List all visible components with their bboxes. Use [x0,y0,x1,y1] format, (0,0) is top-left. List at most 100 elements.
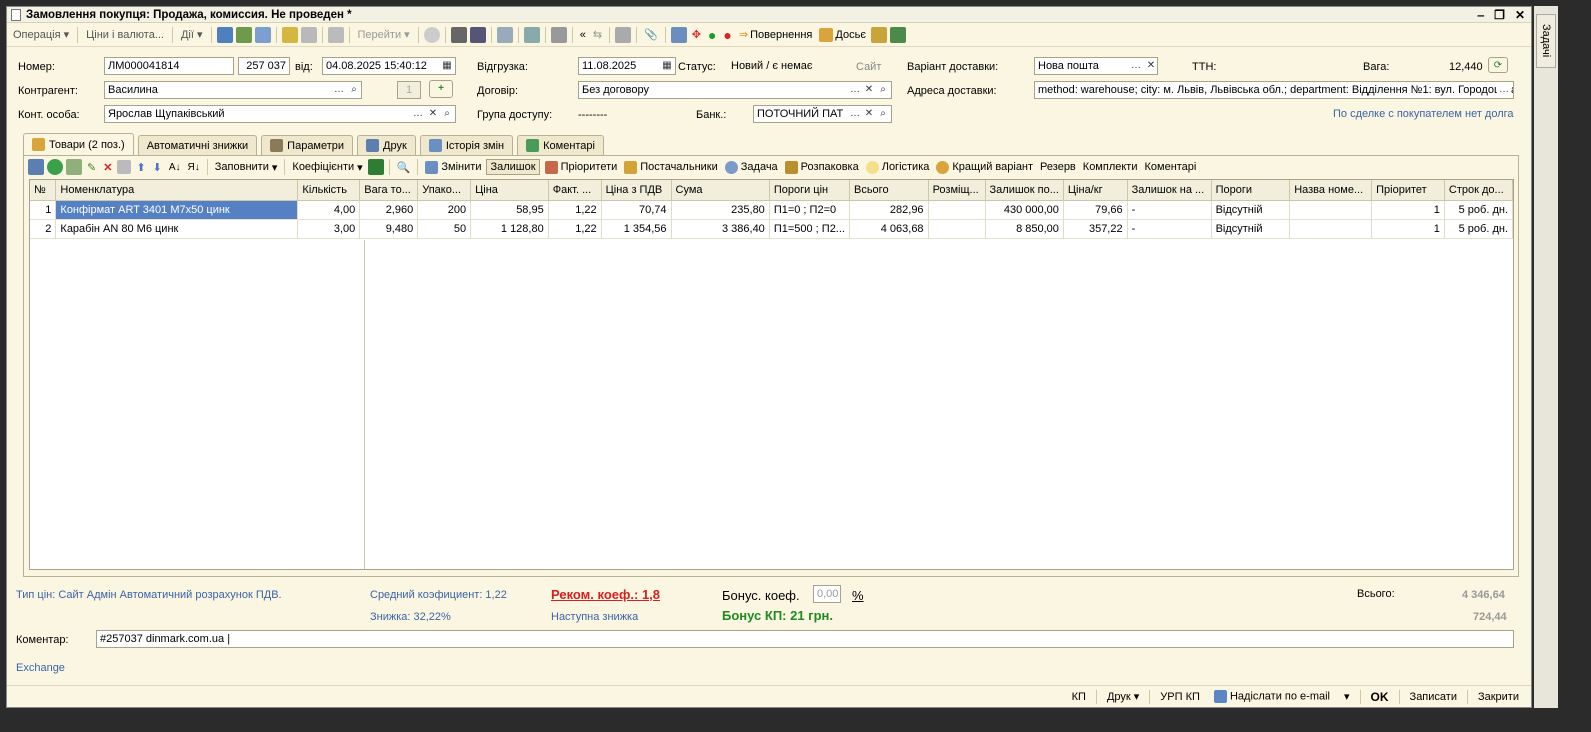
change-button[interactable]: Змінити [423,160,483,174]
table-cell[interactable]: Конфірмат ART 3401 M7x50 цинк [55,200,299,220]
table-cell[interactable]: 2 [30,219,57,239]
coefficients-menu[interactable]: Коефіцієнти ▾ [290,161,364,174]
refresh-icon[interactable] [235,26,252,43]
table-cell[interactable]: П1=0 ; П2=0 [769,200,850,220]
grid-copy-icon[interactable] [66,159,82,175]
table-cell[interactable]: 1 [1371,200,1445,220]
ok-button[interactable]: OK [1367,690,1393,704]
table-cell[interactable]: Карабін AN 80 M6 цинк [55,219,299,239]
move-down-icon[interactable]: ⬇ [151,161,164,174]
counterparty-count-button[interactable]: 1 [397,81,421,99]
sort-asc-icon[interactable]: A↓ [167,162,183,173]
column-header[interactable]: Пороги цін [769,180,850,201]
table-cell[interactable]: 9,480 [359,219,419,239]
best-variant-button[interactable]: Кращий варіант [934,160,1035,174]
delivery-variant-select-icon[interactable]: … [1129,58,1143,74]
comments-button[interactable]: Коментарі [1142,161,1198,173]
contract-select-icon[interactable]: … [848,82,862,98]
bank-select-icon[interactable]: … [848,106,862,122]
export-icon[interactable] [889,26,906,43]
bank-clear-icon[interactable]: ✕ [862,106,876,122]
grid-delete-icon[interactable]: ✕ [101,161,114,174]
table-cell[interactable]: 4 063,68 [849,219,929,239]
debt-note-link[interactable]: По сделке с покупателем нет долга [1333,108,1514,120]
delivery-variant-clear-icon[interactable]: ✕ [1144,58,1158,74]
send-email-button[interactable]: Надіслати по e-mail [1210,690,1334,703]
tab-3[interactable]: Друк [357,135,416,155]
prices-menu[interactable]: Ціни і валюта... [83,29,167,41]
actions-menu[interactable]: Дії ▾ [178,28,206,41]
table-cell[interactable]: 5 роб. дн. [1444,219,1513,239]
table-cell[interactable]: П1=500 ; П2... [769,219,850,239]
grid-add-icon[interactable] [47,159,63,175]
cart-icon[interactable] [870,26,887,43]
table-cell[interactable]: 200 [417,200,472,220]
logistics-button[interactable]: Логістика [864,160,932,174]
percent-link[interactable]: % [852,588,864,603]
table-cell[interactable]: 70,74 [601,200,672,220]
reserve-button[interactable]: Резерв [1038,161,1078,173]
contract-clear-icon[interactable]: ✕ [862,82,876,98]
post-icon[interactable] [216,26,233,43]
weight-refresh-icon[interactable]: ⟳ [1488,57,1508,73]
minimize-icon[interactable]: ‒ [1477,8,1484,22]
suppliers-button[interactable]: Постачальники [622,160,720,174]
navigation-icon[interactable]: ✥ [690,28,703,41]
delete-doc-icon[interactable] [300,26,317,43]
search-icon[interactable]: 🔍 [395,161,413,174]
goto-menu[interactable]: Перейти ▾ [355,28,413,41]
red-dot-icon[interactable]: ● [721,27,733,43]
table-cell[interactable] [1289,200,1373,220]
table-cell[interactable] [1289,219,1373,239]
table-cell[interactable]: 1 [1371,219,1445,239]
task-button[interactable]: Задача [723,160,780,174]
new-doc-icon[interactable] [281,26,298,43]
table-cell[interactable]: 5 роб. дн. [1444,200,1513,220]
recommended-coef-link[interactable]: Реком. коеф.: 1,8 [551,587,660,602]
table-cell[interactable]: Відсутній [1211,219,1291,239]
table-cell[interactable]: 8 850,00 [985,219,1064,239]
column-header[interactable]: Назва номе... [1289,180,1373,201]
calendar-icon[interactable]: ▦ [440,58,454,74]
shipment-calendar-icon[interactable]: ▦ [660,58,674,74]
table-cell[interactable]: 50 [417,219,472,239]
attachment-icon[interactable]: 📎 [642,28,660,41]
remainder-button[interactable]: Залишок [486,159,540,175]
table-cell[interactable]: Відсутній [1211,200,1291,220]
kits-button[interactable]: Комплекти [1081,161,1140,173]
tab-1[interactable]: Автоматичні знижки [137,135,258,155]
table-cell[interactable] [928,200,986,220]
contract-field[interactable]: Без договору [578,81,892,99]
sort-desc-icon[interactable]: Я↓ [186,162,202,173]
column-header[interactable]: Ціна/кг [1063,180,1128,201]
preview-icon[interactable] [523,26,540,43]
comment-field[interactable]: #257037 dinmark.com.ua | [96,630,1514,648]
column-header[interactable]: Залишок по... [985,180,1064,201]
tasks-side-tab[interactable]: Задачі [1536,14,1556,68]
priorities-button[interactable]: Пріоритети [543,160,620,174]
table-cell[interactable]: 235,80 [671,200,770,220]
filter-icon[interactable] [615,26,632,43]
table-cell[interactable]: 282,96 [849,200,929,220]
table-cell[interactable]: - [1127,219,1212,239]
excel-icon[interactable] [367,159,384,175]
settings-list-icon[interactable] [469,26,486,43]
grid-save-icon[interactable] [117,160,132,174]
site-number-field[interactable]: 257 037 [238,57,290,75]
column-header[interactable]: № [30,180,57,201]
tab-5[interactable]: Коментарі [517,135,604,155]
unpacking-button[interactable]: Розпаковка [783,160,861,174]
clock-icon[interactable] [496,26,513,43]
kp-button[interactable]: КП [1068,691,1090,703]
restore-icon[interactable]: ❐ [1494,8,1505,22]
price-type-link[interactable]: Тип цін: Сайт Адмін Автоматичний розраху… [16,589,282,601]
column-header[interactable]: Сума [671,180,770,201]
table-cell[interactable] [928,219,986,239]
table-cell[interactable]: 357,22 [1063,219,1128,239]
column-header[interactable]: Упако... [417,180,472,201]
column-header[interactable]: Вага то... [359,180,419,201]
counterparty-select-icon[interactable]: … [332,82,346,98]
table-cell[interactable]: 58,95 [470,200,549,220]
return-button[interactable]: ⇒ Повернення [737,28,815,42]
column-header[interactable]: Пріоритет [1371,180,1445,201]
